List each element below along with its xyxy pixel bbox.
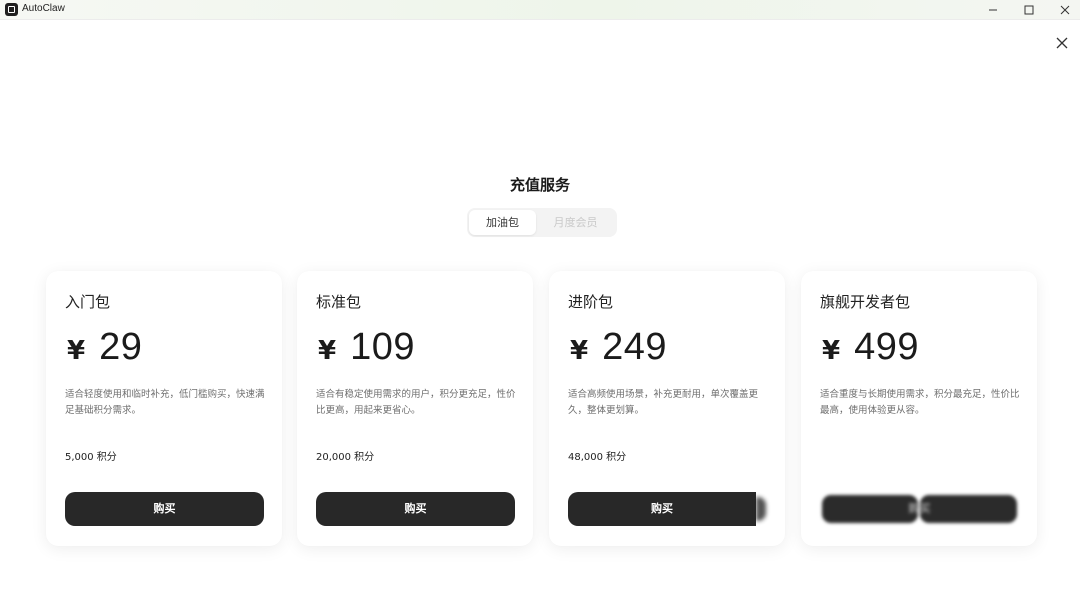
plan-credits: 20,000 积分 (316, 452, 375, 463)
plan-title: 入门包 (65, 293, 111, 311)
price-amount: 29 (99, 326, 143, 368)
app-logo-icon (5, 3, 18, 16)
price-amount: 249 (602, 326, 667, 368)
plan-description: 适合重度与长期使用需求，积分最充足，性价比最高，使用体验更从容。 (820, 389, 1020, 416)
plan-card-starter: 入门包 ¥ 29 适合轻度使用和临时补充，低门槛购买，快速满足基础积分需求。 5… (46, 271, 282, 546)
buy-button[interactable]: 购买 (316, 492, 515, 526)
price-amount: 499 (854, 326, 919, 368)
button-segment (920, 495, 1017, 523)
window-title: AutoClaw (22, 3, 65, 14)
buy-button-label: 购买 (908, 502, 931, 515)
window-close-icon (1060, 5, 1070, 15)
plan-price: ¥ 29 (65, 326, 142, 369)
plan-price: ¥ 499 (820, 326, 919, 369)
plan-card-flagship-developer: 旗舰开发者包 ¥ 499 适合重度与长期使用需求，积分最充足，性价比最高，使用体… (801, 271, 1037, 546)
minimize-button[interactable] (975, 0, 1011, 20)
plan-credits: 48,000 积分 (568, 452, 627, 463)
page-title: 充值服务 (509, 176, 570, 194)
currency-symbol: ¥ (570, 336, 589, 366)
plan-price: ¥ 109 (316, 326, 415, 369)
plan-type-tabs: 加油包 月度会员 (467, 208, 617, 237)
close-icon (1056, 37, 1068, 49)
window-close-button[interactable] (1047, 0, 1080, 20)
plan-description: 适合有稳定使用需求的用户，积分更充足，性价比更高，用起来更省心。 (316, 389, 516, 416)
title-bar: AutoClaw (0, 0, 1080, 20)
plan-title: 标准包 (316, 293, 362, 311)
plan-title: 进阶包 (568, 293, 614, 311)
plan-title: 旗舰开发者包 (820, 293, 911, 311)
button-segment (822, 495, 918, 523)
maximize-icon (1024, 5, 1034, 15)
plan-card-advanced: 进阶包 ¥ 249 适合高频使用场景，补充更耐用，单次覆盖更久，整体更划算。 4… (549, 271, 785, 546)
maximize-button[interactable] (1011, 0, 1047, 20)
plan-card-standard: 标准包 ¥ 109 适合有稳定使用需求的用户，积分更充足，性价比更高，用起来更省… (297, 271, 533, 546)
plan-description: 适合轻度使用和临时补充，低门槛购买，快速满足基础积分需求。 (65, 389, 265, 416)
minimize-icon (989, 9, 997, 11)
tab-monthly-membership[interactable]: 月度会员 (536, 210, 615, 235)
currency-symbol: ¥ (318, 336, 337, 366)
plan-description: 适合高频使用场景，补充更耐用，单次覆盖更久，整体更划算。 (568, 389, 759, 416)
currency-symbol: ¥ (822, 336, 841, 366)
buy-button[interactable]: 购买 (65, 492, 264, 526)
dialog-close-button[interactable] (1053, 34, 1071, 52)
buy-button[interactable]: 购买 (568, 492, 756, 526)
currency-symbol: ¥ (67, 336, 86, 366)
buy-button[interactable]: 购买 (820, 492, 1019, 526)
plan-credits: 5,000 积分 (65, 452, 117, 463)
plan-price: ¥ 249 (568, 326, 667, 369)
tab-fuel-pack[interactable]: 加油包 (469, 210, 536, 235)
price-amount: 109 (350, 326, 415, 368)
